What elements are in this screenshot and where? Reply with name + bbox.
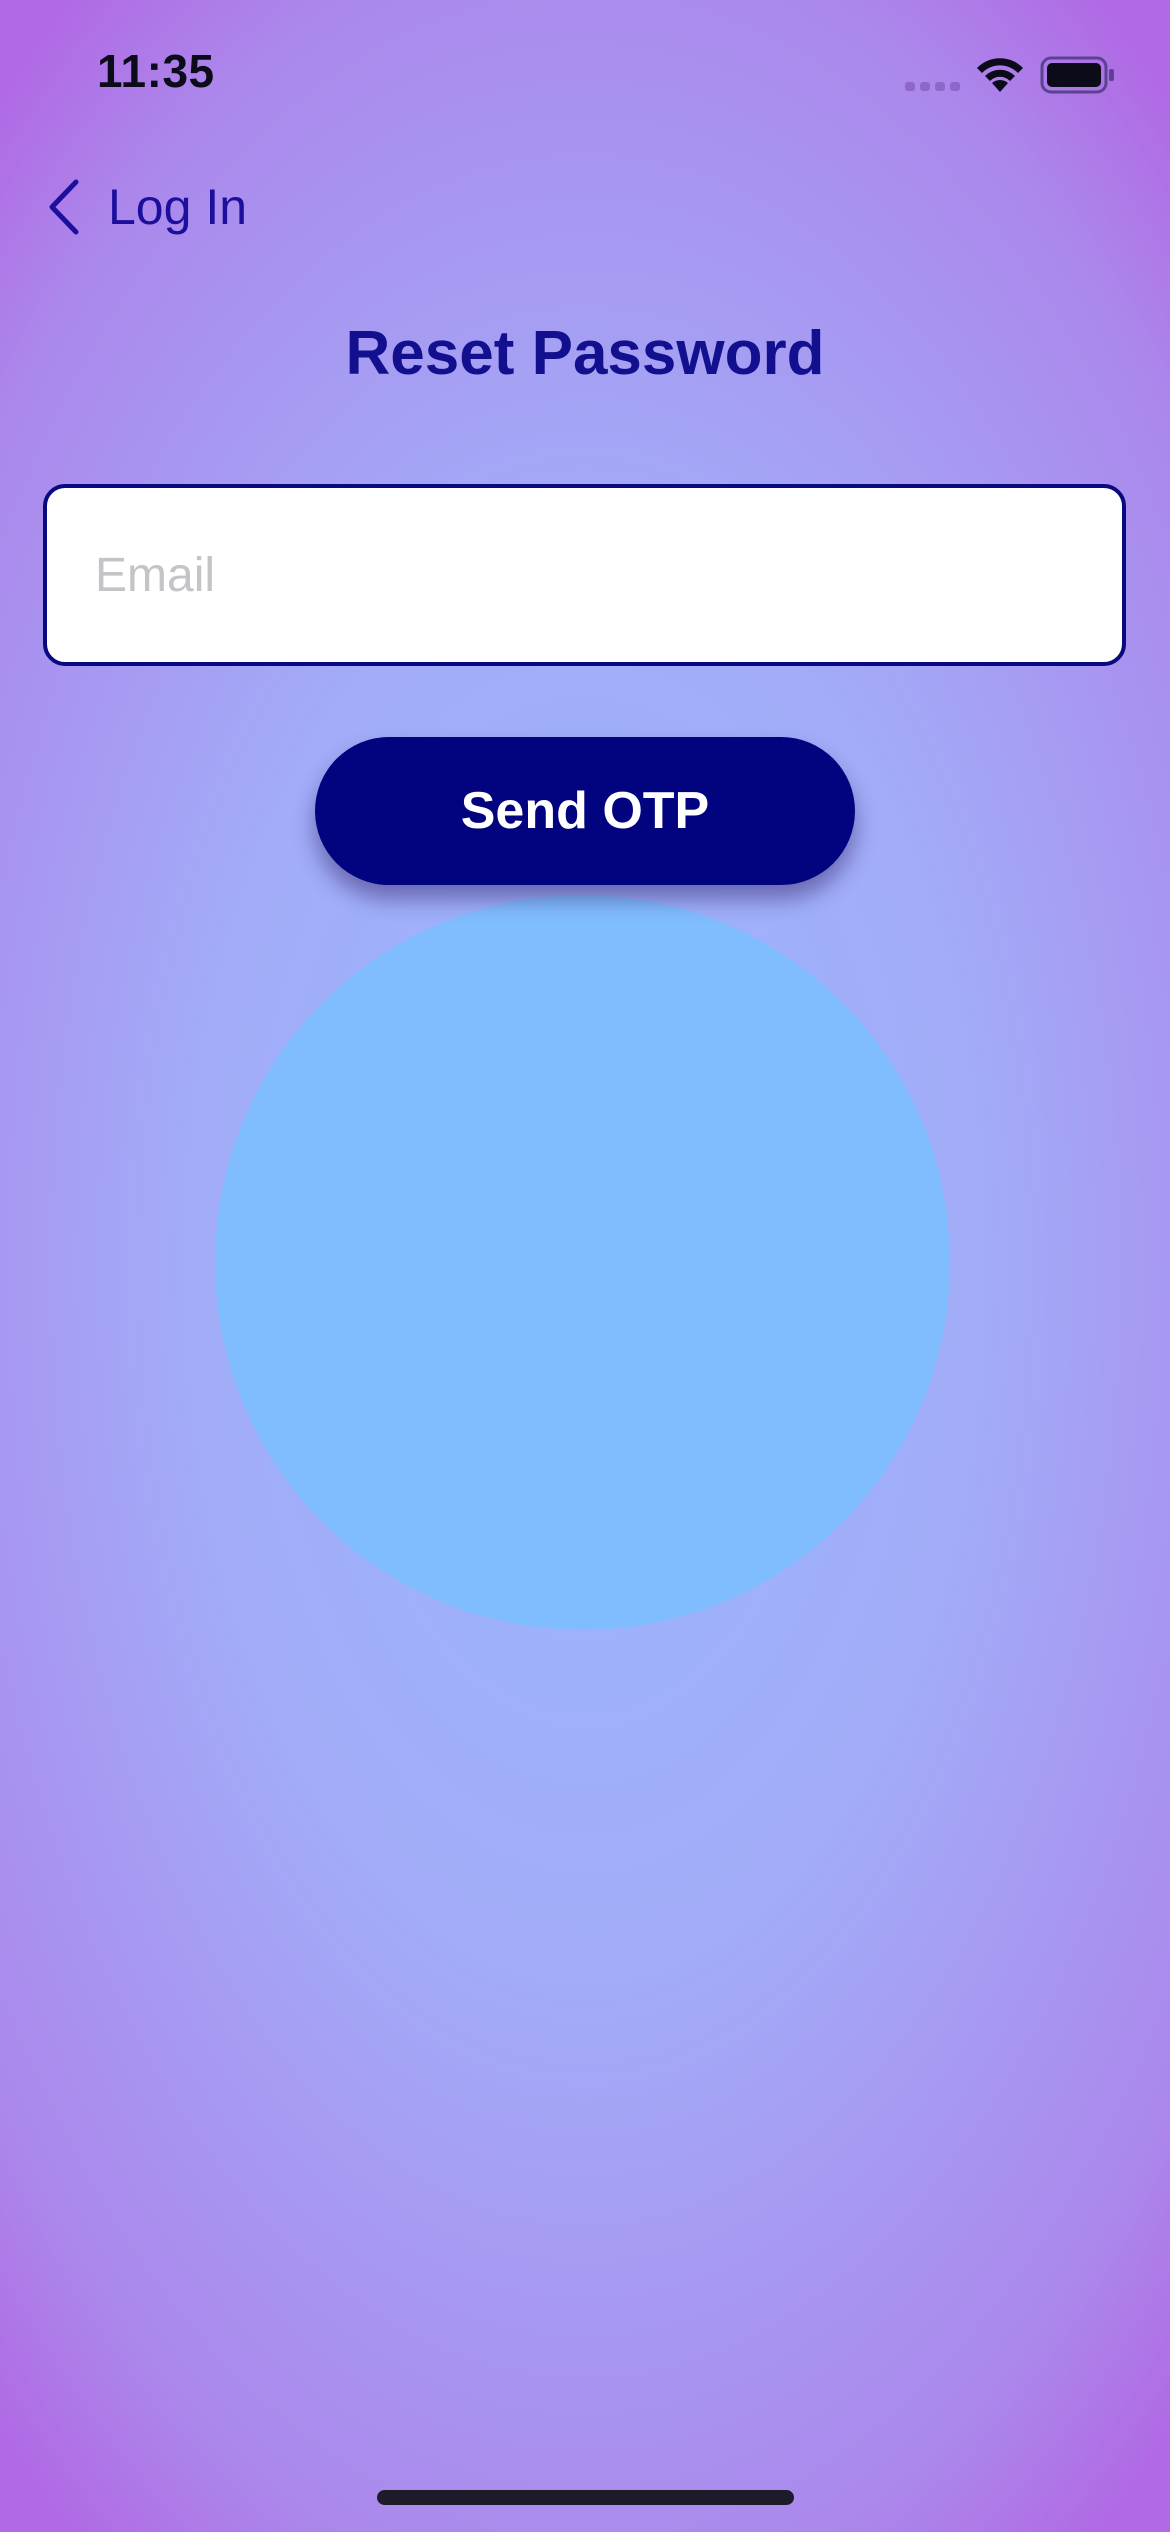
status-bar: 11:35 (0, 0, 1170, 140)
back-button-label: Log In (108, 179, 248, 235)
battery-icon (1040, 56, 1114, 94)
wifi-icon (977, 58, 1023, 92)
page-title: Reset Password (345, 319, 825, 388)
chevron-left-icon (49, 179, 79, 235)
send-otp-button[interactable]: Send OTP (315, 737, 855, 885)
background-circle (215, 895, 950, 1630)
home-indicator[interactable] (377, 2490, 794, 2505)
status-time: 11:35 (97, 45, 215, 97)
back-button[interactable]: Log In (44, 172, 247, 242)
email-field[interactable] (43, 484, 1126, 666)
signal-icon (905, 82, 960, 91)
